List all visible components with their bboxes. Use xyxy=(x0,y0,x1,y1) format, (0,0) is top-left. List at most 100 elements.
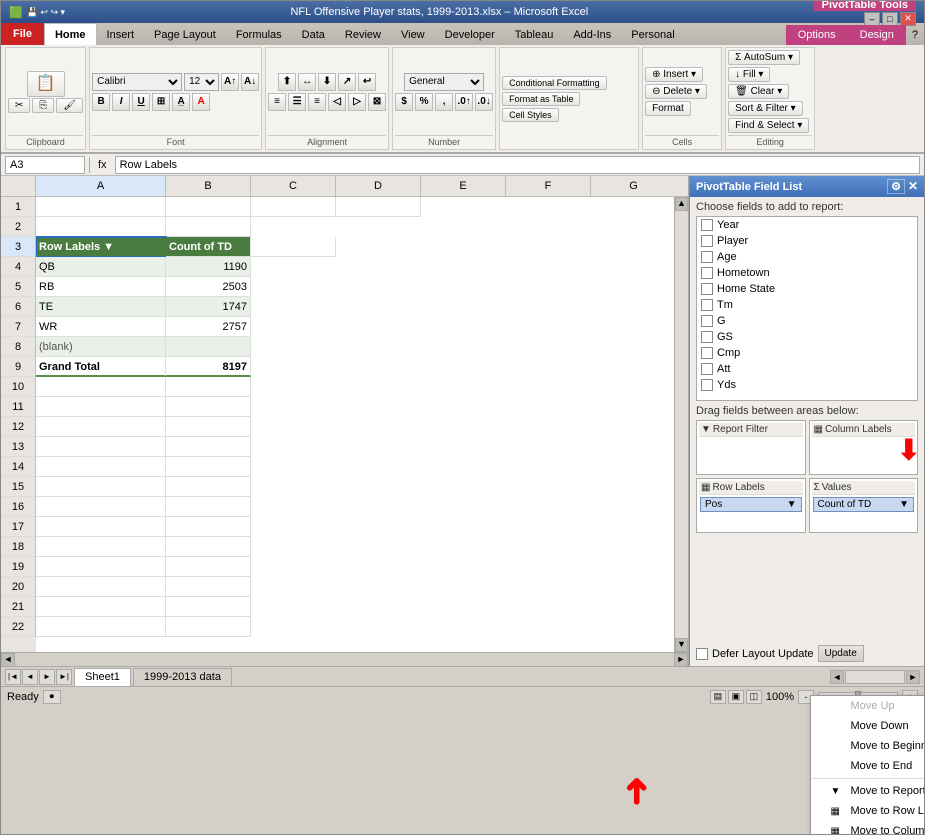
underline-button[interactable]: U xyxy=(132,93,150,111)
cell-reference-box[interactable]: A3 xyxy=(5,156,85,174)
col-header-f[interactable]: F xyxy=(506,176,591,196)
border-button[interactable]: ⊞ xyxy=(152,93,170,111)
maximize-button[interactable]: □ xyxy=(882,12,898,26)
menu-item-move-beginning[interactable]: Move to Beginning xyxy=(811,736,925,756)
field-item-att[interactable]: Att xyxy=(697,361,917,377)
formula-input[interactable] xyxy=(115,156,920,174)
tab-addins[interactable]: Add-Ins xyxy=(563,25,621,45)
align-left-button[interactable]: ≡ xyxy=(268,93,286,111)
menu-item-move-down[interactable]: Move Down xyxy=(811,716,925,736)
find-select-button[interactable]: Find & Select ▾ xyxy=(728,118,809,133)
col-header-d[interactable]: D xyxy=(336,176,421,196)
sheet-nav-next[interactable]: ► xyxy=(39,669,55,685)
minimize-button[interactable]: – xyxy=(864,12,880,26)
cell-b6[interactable]: 1747 xyxy=(166,297,251,317)
cell-b18[interactable] xyxy=(166,537,251,557)
col-header-e[interactable]: E xyxy=(421,176,506,196)
field-checkbox-age[interactable] xyxy=(701,251,713,263)
field-item-player[interactable]: Player xyxy=(697,233,917,249)
tab-developer[interactable]: Developer xyxy=(435,25,505,45)
font-name-select[interactable]: Calibri xyxy=(92,73,182,91)
cell-b19[interactable] xyxy=(166,557,251,577)
cell-a10[interactable] xyxy=(36,377,166,397)
fill-button[interactable]: ↓ Fill ▾ xyxy=(728,67,770,82)
function-wizard-button[interactable]: fx xyxy=(94,159,111,171)
cell-b3[interactable]: Count of TD xyxy=(166,237,251,257)
cell-b16[interactable] xyxy=(166,497,251,517)
increase-font-button[interactable]: A↑ xyxy=(221,73,239,91)
align-center-button[interactable]: ☰ xyxy=(288,93,306,111)
align-middle-button[interactable]: ↔ xyxy=(298,73,316,91)
cell-a7[interactable]: WR xyxy=(36,317,166,337)
cell-a8[interactable]: (blank) xyxy=(36,337,166,357)
cell-d1[interactable] xyxy=(336,197,421,217)
decimal-increase-button[interactable]: .0↑ xyxy=(455,93,473,111)
col-header-c[interactable]: C xyxy=(251,176,336,196)
field-checkbox-homestate[interactable] xyxy=(701,283,713,295)
tab-page-layout[interactable]: Page Layout xyxy=(144,25,226,45)
pivot-panel-settings-icon[interactable]: ⚙ xyxy=(887,179,905,194)
cell-a5[interactable]: RB xyxy=(36,277,166,297)
percent-button[interactable]: % xyxy=(415,93,433,111)
cell-c3[interactable] xyxy=(251,237,336,257)
close-button[interactable]: ✕ xyxy=(900,12,916,26)
cell-a11[interactable] xyxy=(36,397,166,417)
field-checkbox-hometown[interactable] xyxy=(701,267,713,279)
autosum-button[interactable]: Σ AutoSum ▾ xyxy=(728,50,800,65)
field-checkbox-g[interactable] xyxy=(701,315,713,327)
cell-b7[interactable]: 2757 xyxy=(166,317,251,337)
col-header-b[interactable]: B xyxy=(166,176,251,196)
macro-recording-button[interactable]: ⏺ xyxy=(43,690,61,704)
normal-view-button[interactable]: ▤ xyxy=(710,690,726,704)
cell-b4[interactable]: 1190 xyxy=(166,257,251,277)
cell-a1[interactable] xyxy=(36,197,166,217)
align-bottom-button[interactable]: ⬇ xyxy=(318,73,336,91)
sheet-nav-prev[interactable]: ◄ xyxy=(22,669,38,685)
horizontal-scrollbar[interactable]: ◄ ► xyxy=(1,652,688,666)
indent-decrease-button[interactable]: ◁ xyxy=(328,93,346,111)
field-item-g[interactable]: G xyxy=(697,313,917,329)
cell-b13[interactable] xyxy=(166,437,251,457)
menu-item-row-labels[interactable]: ▦ Move to Row Labels xyxy=(811,801,925,821)
cell-b2[interactable] xyxy=(166,217,251,237)
field-checkbox-att[interactable] xyxy=(701,363,713,375)
cell-a2[interactable] xyxy=(36,217,166,237)
cell-a20[interactable] xyxy=(36,577,166,597)
cell-b8[interactable] xyxy=(166,337,251,357)
tab-home[interactable]: Home xyxy=(44,23,97,45)
tab-insert[interactable]: Insert xyxy=(97,25,145,45)
tab-review[interactable]: Review xyxy=(335,25,391,45)
field-item-hometown[interactable]: Hometown xyxy=(697,265,917,281)
h-scroll-left-btn[interactable]: ◄ xyxy=(830,670,844,684)
column-labels-area[interactable]: ▦ Column Labels ⬆ xyxy=(809,420,919,475)
cell-b5[interactable]: 2503 xyxy=(166,277,251,297)
scroll-left-button[interactable]: ◄ xyxy=(1,653,15,667)
menu-item-report-filter[interactable]: ▼ Move to Report Filter xyxy=(811,781,925,801)
cell-a12[interactable] xyxy=(36,417,166,437)
field-checkbox-tm[interactable] xyxy=(701,299,713,311)
cell-b14[interactable] xyxy=(166,457,251,477)
cell-a14[interactable] xyxy=(36,457,166,477)
format-button[interactable]: Format xyxy=(645,101,691,116)
cell-b11[interactable] xyxy=(166,397,251,417)
cell-a9[interactable]: Grand Total xyxy=(36,357,166,377)
row-labels-area[interactable]: ▦ Row Labels Pos ▼ xyxy=(696,478,806,533)
cell-a21[interactable] xyxy=(36,597,166,617)
scroll-track[interactable] xyxy=(675,211,688,638)
italic-button[interactable]: I xyxy=(112,93,130,111)
field-item-cmp[interactable]: Cmp xyxy=(697,345,917,361)
h-scroll-thumb[interactable] xyxy=(845,670,905,684)
cell-a19[interactable] xyxy=(36,557,166,577)
scroll-up-button[interactable]: ▲ xyxy=(675,197,688,211)
tab-file[interactable]: File xyxy=(1,23,44,45)
field-checkbox-cmp[interactable] xyxy=(701,347,713,359)
values-area[interactable]: Σ Values Count of TD ▼ Move Up xyxy=(809,478,919,533)
font-color-button[interactable]: A xyxy=(192,93,210,111)
cell-c1[interactable] xyxy=(251,197,336,217)
cell-b20[interactable] xyxy=(166,577,251,597)
field-item-tm[interactable]: Tm xyxy=(697,297,917,313)
field-checkbox-yds[interactable] xyxy=(701,379,713,391)
update-button[interactable]: Update xyxy=(818,645,864,662)
field-checkbox-year[interactable] xyxy=(701,219,713,231)
tab-personal[interactable]: Personal xyxy=(621,25,684,45)
